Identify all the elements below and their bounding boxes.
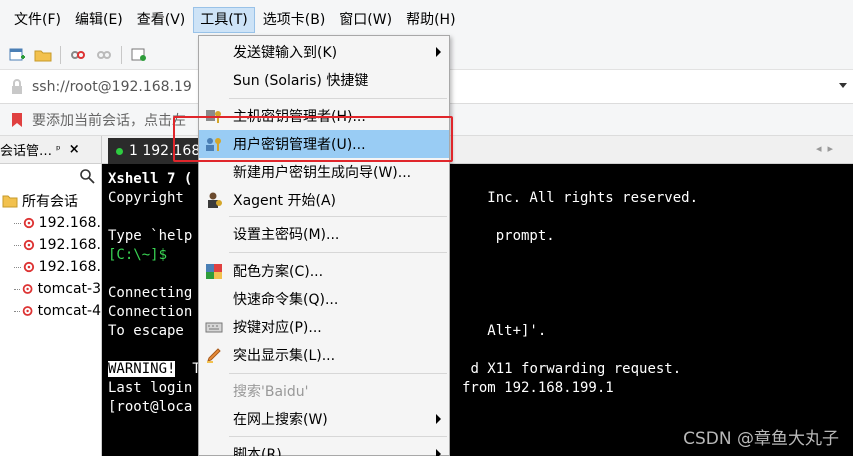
menu-item-label: Sun (Solaris) 快捷键 xyxy=(233,73,369,89)
menu-tabs[interactable]: 选项卡(B) xyxy=(257,7,332,33)
menu-item-label: 快速命令集(Q)... xyxy=(233,292,339,308)
session-item[interactable]: 192.168. xyxy=(0,256,101,278)
session-label: 192.168. xyxy=(38,259,101,275)
watermark: CSDN @章鱼大丸子 xyxy=(683,429,839,449)
session-icon xyxy=(23,284,33,294)
tree-root-all-sessions[interactable]: 所有会话 xyxy=(0,190,101,212)
menu-item-label: 脚本(R) xyxy=(233,447,282,456)
tree-root-label: 所有会话 xyxy=(22,194,78,210)
session-icon xyxy=(23,217,34,229)
warning-label: WARNING! xyxy=(108,361,176,377)
lock-icon xyxy=(12,78,22,94)
address-text[interactable]: ssh://root@192.168.19 xyxy=(32,79,192,95)
toolbar-separator xyxy=(60,45,61,64)
menu-item-script[interactable]: 脚本(R) xyxy=(199,440,449,456)
menu-item-search-baidu: 搜索'Baidu' xyxy=(199,377,449,405)
reconnect-icon[interactable] xyxy=(95,46,113,64)
connected-status-icon xyxy=(116,147,123,155)
bookmark-icon xyxy=(12,112,22,127)
menu-separator xyxy=(229,436,447,437)
keyboard-icon xyxy=(205,322,223,333)
menu-item-label: 新建用户密钥生成向导(W)... xyxy=(233,165,412,181)
submenu-arrow-icon xyxy=(436,414,441,424)
menu-item-label: 在网上搜索(W) xyxy=(233,412,328,428)
address-dropdown-icon[interactable] xyxy=(839,83,847,88)
session-panel-title: 会话管… xyxy=(0,144,53,159)
menu-separator xyxy=(229,216,447,217)
menu-item-label: 按键对应(P)... xyxy=(233,320,322,336)
session-item[interactable]: 192.168. xyxy=(0,212,101,234)
menu-item-label: 突出显示集(L)... xyxy=(233,348,336,364)
menu-item-key-mapping[interactable]: 按键对应(P)... xyxy=(199,313,449,341)
menu-item-label: Xagent 开始(A) xyxy=(233,193,336,209)
session-icon xyxy=(23,306,33,316)
pin-icon[interactable]: ᵖ xyxy=(56,143,61,156)
search-icon[interactable] xyxy=(79,168,95,184)
session-label: 192.168. xyxy=(38,237,101,253)
menu-item-color-scheme[interactable]: 配色方案(C)... xyxy=(199,257,449,285)
session-item[interactable]: 192.168. xyxy=(0,234,101,256)
menu-item-label: 搜索'Baidu' xyxy=(233,384,309,400)
menu-item-set-master-password[interactable]: 设置主密码(M)... xyxy=(199,220,449,248)
toolbar-separator xyxy=(121,45,122,64)
folder-icon xyxy=(2,195,18,208)
session-icon xyxy=(23,239,34,251)
session-panel-header: 会话管… ᵖ × xyxy=(0,136,101,164)
menu-view[interactable]: 查看(V) xyxy=(131,7,192,33)
session-label: 192.168. xyxy=(38,215,101,231)
menu-item-label: 发送键输入到(K) xyxy=(233,45,338,61)
highlight-annotation-box xyxy=(173,116,453,162)
session-item[interactable]: tomcat-3 xyxy=(0,278,101,300)
xagent-icon xyxy=(208,192,222,208)
menu-item-sun-solaris-keys[interactable]: Sun (Solaris) 快捷键 xyxy=(199,66,449,94)
menu-item-quick-commands[interactable]: 快速命令集(Q)... xyxy=(199,285,449,313)
session-manager-panel: 会话管… ᵖ × 所有会话 192.168. 192.168. 192.168.… xyxy=(0,136,102,456)
session-item[interactable]: tomcat-4 xyxy=(0,300,101,322)
session-search[interactable] xyxy=(0,164,101,190)
session-icon xyxy=(23,261,34,273)
menu-separator xyxy=(229,373,447,374)
tools-dropdown-menu: 发送键输入到(K) Sun (Solaris) 快捷键 主机密钥管理者(H)..… xyxy=(198,35,450,456)
menu-item-new-user-key-wizard[interactable]: 新建用户密钥生成向导(W)... xyxy=(199,158,449,186)
menu-tools[interactable]: 工具(T) xyxy=(193,7,255,33)
menu-item-highlight-sets[interactable]: 突出显示集(L)... xyxy=(199,341,449,369)
properties-icon[interactable] xyxy=(130,46,148,64)
color-scheme-icon xyxy=(206,264,222,279)
menu-item-xagent-start[interactable]: Xagent 开始(A) xyxy=(199,186,449,214)
highlighter-icon xyxy=(207,348,221,363)
submenu-arrow-icon xyxy=(436,449,441,456)
open-folder-icon[interactable] xyxy=(34,46,52,64)
menu-edit[interactable]: 编辑(E) xyxy=(69,7,129,33)
menu-bar: 文件(F) 编辑(E) 查看(V) 工具(T) 选项卡(B) 窗口(W) 帮助(… xyxy=(0,0,853,40)
tip-text: 要添加当前会话，点击左 xyxy=(32,112,186,129)
menu-help[interactable]: 帮助(H) xyxy=(400,7,461,33)
tab-scroll-arrows-icon[interactable]: ◂▸ xyxy=(816,142,839,155)
session-label: tomcat-3 xyxy=(37,281,101,297)
session-label: tomcat-4 xyxy=(37,303,101,319)
menu-window[interactable]: 窗口(W) xyxy=(333,7,398,33)
menu-item-send-key-input[interactable]: 发送键输入到(K) xyxy=(199,38,449,66)
close-panel-icon[interactable]: × xyxy=(69,142,80,157)
menu-separator xyxy=(229,98,447,99)
menu-item-label: 配色方案(C)... xyxy=(233,264,324,280)
menu-separator xyxy=(229,252,447,253)
menu-item-label: 设置主密码(M)... xyxy=(233,227,340,243)
menu-file[interactable]: 文件(F) xyxy=(8,7,67,33)
new-session-icon[interactable] xyxy=(8,46,26,64)
submenu-arrow-icon xyxy=(436,47,441,57)
menu-item-search-web[interactable]: 在网上搜索(W) xyxy=(199,405,449,433)
disconnect-icon[interactable] xyxy=(69,46,87,64)
